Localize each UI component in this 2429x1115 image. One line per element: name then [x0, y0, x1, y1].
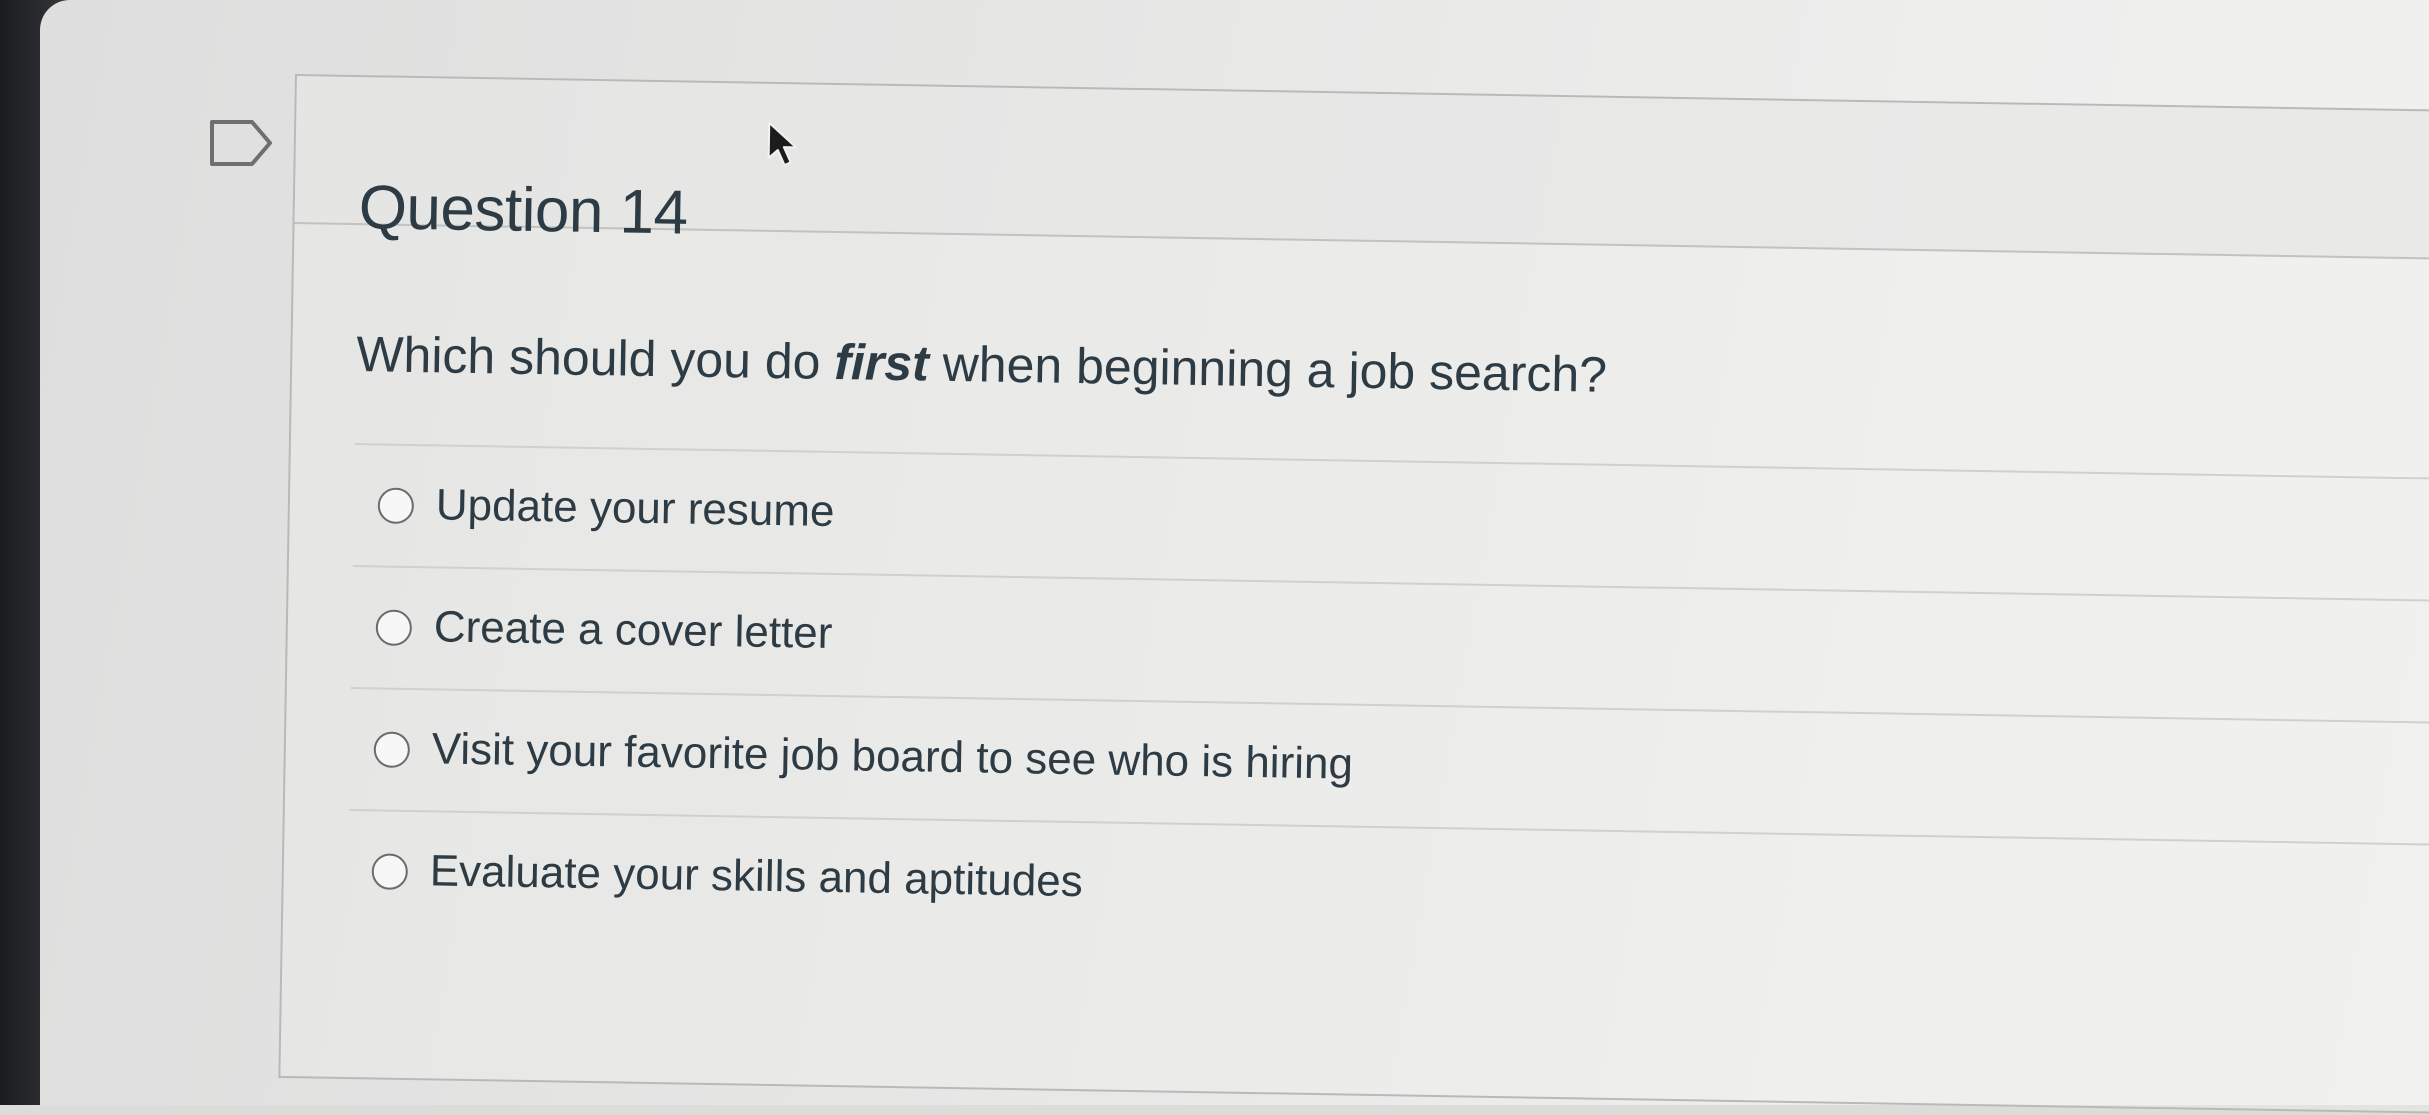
answer-label[interactable]: Create a cover letter [433, 602, 832, 659]
question-text: Which should you do first when beginning… [356, 325, 1608, 404]
question-text-emphasis: first [833, 333, 930, 392]
question-text-end: when beginning a job search? [928, 335, 1608, 403]
answer-label[interactable]: Evaluate your skills and aptitudes [429, 846, 1083, 907]
radio-button-icon[interactable] [375, 609, 413, 647]
answer-label[interactable]: Visit your favorite job board to see who… [431, 724, 1353, 789]
answer-label[interactable]: Update your resume [435, 480, 834, 537]
radio-button-icon[interactable] [371, 853, 409, 890]
radio-button-icon[interactable] [373, 731, 411, 768]
question-header: Question 14 [294, 76, 2429, 261]
question-card: Question 14 Which should you do first wh… [278, 74, 2429, 1115]
mouse-pointer-icon [767, 121, 797, 167]
question-text-start: Which should you do [355, 326, 835, 390]
question-title: Question 14 [358, 173, 689, 248]
flag-question-icon[interactable] [208, 118, 274, 168]
radio-button-icon[interactable] [377, 487, 415, 525]
quiz-page: Question 14 Which should you do first wh… [40, 0, 2429, 1115]
